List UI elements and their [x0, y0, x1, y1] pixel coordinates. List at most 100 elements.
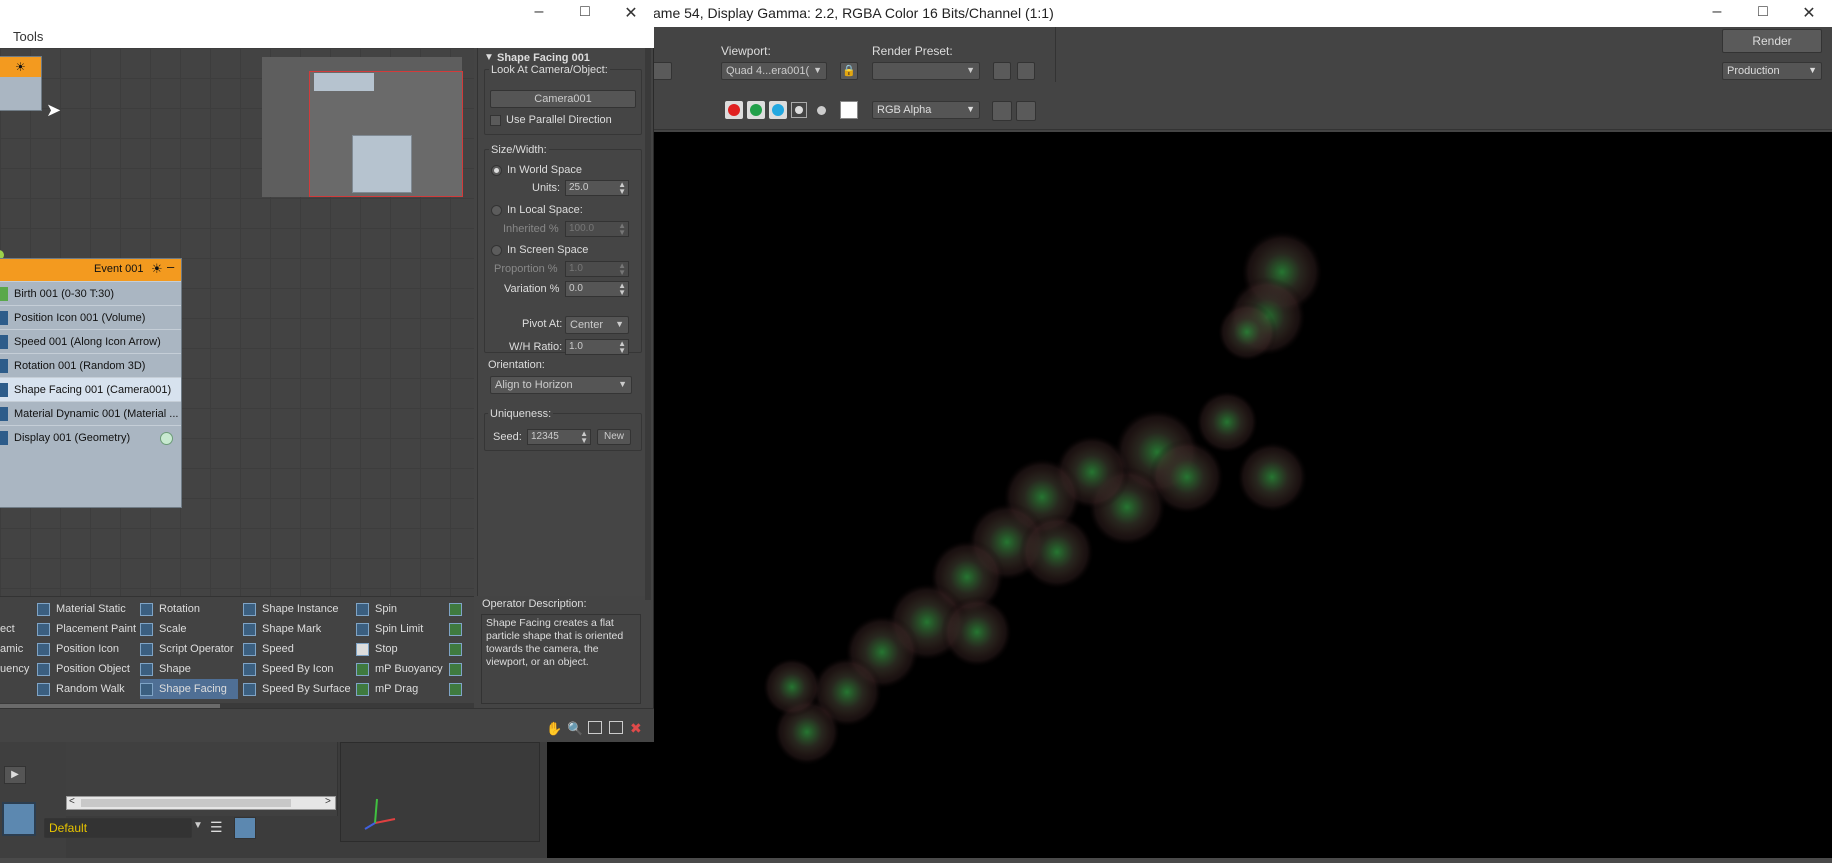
bulb-icon[interactable]: ☀ — [151, 261, 163, 277]
depot-item[interactable]: mP Drag — [356, 679, 443, 699]
depot-item[interactable]: Speed By Icon — [243, 659, 351, 679]
operator-row[interactable]: Material Dynamic 001 (Material ... — [0, 401, 181, 425]
depot-item[interactable]: Speed By Surface — [243, 679, 351, 699]
close-icon[interactable]: ✕ — [616, 3, 646, 23]
look-at-camera-button[interactable]: Camera001 — [490, 90, 636, 108]
orientation-dropdown[interactable]: Align to Horizon ▼ — [490, 376, 632, 394]
close-icon[interactable]: ✕ — [1794, 3, 1824, 23]
spinner-arrows-icon[interactable]: ▲ ▼ — [618, 222, 626, 237]
layer-explorer-icon[interactable] — [234, 817, 256, 839]
proportion-spinner[interactable]: 1.0 ▲ ▼ — [565, 261, 629, 277]
horizontal-scrollbar[interactable]: < > — [66, 796, 336, 810]
operator-row-selected[interactable]: Shape Facing 001 (Camera001) — [0, 377, 181, 401]
swatch-color[interactable] — [840, 101, 858, 119]
zoom-extents-icon[interactable] — [609, 721, 623, 734]
depot-item[interactable] — [449, 639, 468, 659]
depot-item[interactable]: Spin — [356, 599, 443, 619]
scroll-right-icon[interactable]: > — [325, 796, 331, 807]
depot-item[interactable]: Position Icon — [37, 639, 136, 659]
production-dropdown[interactable]: Production ▼ — [1722, 62, 1822, 80]
maximize-icon[interactable]: □ — [570, 3, 600, 21]
spinner-arrows-icon[interactable]: ▲ ▼ — [618, 282, 626, 297]
layers-icon[interactable]: ☰ — [210, 819, 223, 836]
toggle-ui-icon[interactable] — [1016, 101, 1036, 121]
particle-diagram[interactable]: ☀ ➤ Event 001 ☀ – Birth 001 (0-30 T:30) … — [0, 48, 474, 600]
depot-item[interactable]: Rotation — [140, 599, 238, 619]
inherited-spinner[interactable]: 100.0 ▲ ▼ — [565, 221, 629, 237]
viewport-dropdown[interactable]: Quad 4...era001(▼ — [721, 62, 827, 80]
operator-row[interactable]: Birth 001 (0-30 T:30) — [0, 281, 181, 305]
mono-channel-icon[interactable] — [817, 106, 826, 115]
scroll-left-icon[interactable]: < — [69, 796, 75, 807]
pan-icon[interactable]: ✋ — [546, 721, 562, 737]
operator-row[interactable]: Display 001 (Geometry) — [0, 425, 181, 449]
zoom-region-icon[interactable] — [588, 721, 602, 734]
operator-row[interactable]: Speed 001 (Along Icon Arrow) — [0, 329, 181, 353]
in-local-space-radio[interactable] — [491, 205, 502, 216]
in-screen-space-radio[interactable] — [491, 245, 502, 256]
depot-item[interactable]: uency — [0, 659, 29, 679]
render-button[interactable]: Render — [1722, 29, 1822, 53]
environment-icon[interactable] — [1017, 62, 1035, 80]
depot-item[interactable]: Material Static — [37, 599, 136, 619]
maximize-icon[interactable]: □ — [1748, 3, 1778, 21]
depot-item[interactable]: amic — [0, 639, 29, 659]
depot-item[interactable] — [449, 679, 468, 699]
depot-item[interactable]: Stop — [356, 639, 443, 659]
depot-item[interactable]: Position Object — [37, 659, 136, 679]
no-zoom-icon[interactable]: ✖ — [630, 720, 642, 737]
render-setup-icon[interactable] — [993, 62, 1011, 80]
spinner-arrows-icon[interactable]: ▲ ▼ — [618, 181, 626, 196]
layer-dropdown[interactable]: Default — [44, 818, 192, 838]
maxscript-listener-icon[interactable] — [2, 802, 36, 836]
depot-item[interactable]: Script Operator — [140, 639, 238, 659]
depot-item[interactable]: Speed — [243, 639, 351, 659]
depot-item[interactable]: Random Walk — [37, 679, 136, 699]
depot-item[interactable] — [449, 619, 468, 639]
depot-item[interactable]: Shape Mark — [243, 619, 351, 639]
depot-item[interactable]: Scale — [140, 619, 238, 639]
rollup-arrow-icon[interactable]: ▼ — [484, 52, 494, 63]
depot-item-selected[interactable]: Shape Facing — [140, 679, 238, 699]
collapse-icon[interactable]: – — [167, 259, 174, 274]
depot-item[interactable]: Shape Instance — [243, 599, 351, 619]
depot-item[interactable]: Shape — [140, 659, 238, 679]
depot-item[interactable]: Placement Paint — [37, 619, 136, 639]
menu-tools[interactable]: Tools — [13, 29, 43, 44]
scroll-thumb[interactable] — [81, 799, 291, 807]
units-spinner[interactable]: 25.0 ▲ ▼ — [565, 180, 629, 196]
wh-ratio-spinner[interactable]: 1.0 ▲ ▼ — [565, 339, 629, 355]
chevron-down-icon[interactable]: ▼ — [193, 820, 203, 831]
variation-spinner[interactable]: 0.0 ▲ ▼ — [565, 281, 629, 297]
alpha-channel-button[interactable] — [791, 102, 807, 118]
render-preset-dropdown[interactable]: ▼ — [872, 62, 980, 80]
mini-viewport[interactable] — [340, 742, 540, 842]
event-001-header[interactable]: Event 001 ☀ – — [0, 259, 181, 281]
minimize-icon[interactable]: – — [524, 3, 554, 21]
spinner-arrows-icon[interactable]: ▲ ▼ — [618, 340, 626, 355]
minimize-icon[interactable]: – — [1702, 3, 1732, 21]
event-001-box[interactable]: Event 001 ☀ – Birth 001 (0-30 T:30) Posi… — [0, 258, 182, 508]
display-toggle-icon[interactable] — [992, 101, 1012, 121]
params-scrollbar[interactable] — [645, 48, 651, 600]
lock-icon[interactable]: 🔒 — [840, 62, 858, 80]
red-channel-button[interactable] — [725, 101, 743, 119]
rollup-title[interactable]: Shape Facing 001 — [497, 52, 590, 64]
in-world-space-radio[interactable] — [491, 165, 502, 176]
area-to-render-icon[interactable] — [652, 62, 672, 80]
new-seed-button[interactable]: New — [597, 429, 631, 445]
operator-row[interactable]: Rotation 001 (Random 3D) — [0, 353, 181, 377]
diagram-navigator[interactable] — [262, 57, 463, 197]
depot-item[interactable]: ect — [0, 619, 29, 639]
channel-display-dropdown[interactable]: RGB Alpha ▼ — [872, 101, 980, 119]
event-output-connector[interactable] — [160, 432, 173, 445]
depot-item[interactable]: Spin Limit — [356, 619, 443, 639]
spinner-arrows-icon[interactable]: ▲ ▼ — [618, 262, 626, 277]
depot-item[interactable]: mP Buoyancy — [356, 659, 443, 679]
pivot-at-dropdown[interactable]: Center ▼ — [565, 316, 629, 334]
depot-item[interactable] — [449, 659, 468, 679]
play-icon[interactable]: ▶ — [4, 766, 26, 784]
global-event-box[interactable]: ☀ — [0, 56, 42, 111]
green-channel-button[interactable] — [747, 101, 765, 119]
zoom-icon[interactable]: 🔍 — [567, 721, 583, 737]
